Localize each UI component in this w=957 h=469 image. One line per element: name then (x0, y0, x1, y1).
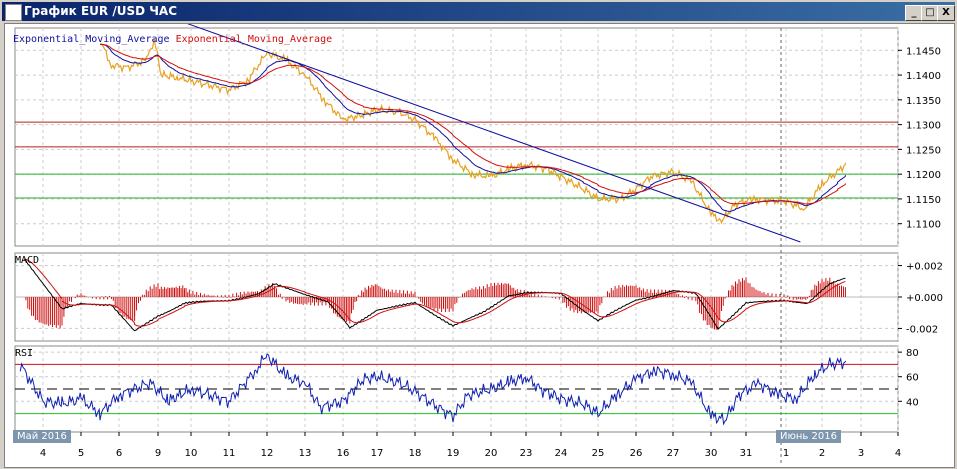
x-tick-label: 10 (185, 448, 198, 459)
x-tick-label: 26 (630, 448, 643, 459)
chart-area[interactable]: 1.1450 1.1400 1.1350 1.1300 1.1250 1.1200 1.11… (4, 23, 955, 468)
x-tick-label: 23 (520, 448, 533, 459)
x-tick-label: 13 (299, 448, 312, 459)
macd-line (23, 258, 846, 332)
price-line (99, 38, 847, 225)
macd-signal-line (23, 258, 846, 327)
y-tick-label: 1.1250 (906, 145, 941, 156)
x-tick-label: 6 (116, 448, 122, 459)
close-button[interactable]: X (937, 5, 955, 21)
y-tick-label: 1.1300 (906, 121, 941, 132)
x-tick-label: 1 (783, 448, 789, 459)
y-tick-label: 1.1450 (906, 46, 941, 57)
y-tick-label: 1.1200 (906, 170, 941, 181)
x-tick-label: 30 (705, 448, 718, 459)
legend-ema-slow: Exponential_Moving_Average (175, 34, 333, 45)
y-tick-label: 1.1400 (906, 71, 941, 82)
chart-canvas[interactable]: 1.1450 1.1400 1.1350 1.1300 1.1250 1.1200 1.11… (5, 24, 954, 467)
ema-fast-line (100, 43, 846, 213)
legend-ema-fast: Exponential_Moving_Average (13, 34, 170, 45)
x-tick-label: 12 (261, 448, 274, 459)
y-tick-label: 1.1150 (906, 195, 941, 206)
y-tick-label: 1.1350 (906, 96, 941, 107)
title-bar: График EUR /USD ЧАС _ □ X (2, 2, 955, 21)
x-tick-label: 16 (337, 448, 350, 459)
y-tick-label: 1.1100 (906, 220, 941, 231)
y-tick-label: 80 (906, 348, 919, 359)
x-tick-label: 27 (667, 448, 680, 459)
x-tick-label: 18 (409, 448, 422, 459)
trend-line (187, 24, 801, 243)
y-tick-label: +0.002 (906, 262, 943, 273)
y-tick-label: +0.000 (906, 293, 943, 304)
x-tick-label: 4 (895, 448, 901, 459)
window-title: График EUR /USD ЧАС (24, 4, 178, 18)
x-tick-label: 11 (223, 448, 236, 459)
x-tick-label: 25 (592, 448, 605, 459)
rsi-label: RSI (15, 348, 34, 359)
x-tick-label: 3 (858, 448, 864, 459)
x-tick-label: 24 (555, 448, 568, 459)
x-tick-label: 2 (819, 448, 825, 459)
x-tick-label: 19 (447, 448, 460, 459)
chart-app-icon (5, 4, 22, 21)
x-tick-label: 20 (485, 448, 498, 459)
macd-label: MACD (15, 255, 40, 266)
x-tick-label: 5 (78, 448, 84, 459)
x-tick-label: 31 (740, 448, 753, 459)
panel-frame (14, 27, 899, 247)
month-label-june: Июнь 2016 (776, 430, 841, 443)
y-tick-label: 60 (906, 373, 919, 384)
month-label-may: Май 2016 (13, 430, 71, 443)
x-tick-label: 17 (371, 448, 384, 459)
y-tick-label: -0.002 (906, 324, 938, 335)
legend: Exponential_Moving_Average Exponential_M… (13, 34, 332, 45)
x-tick-label: 4 (40, 448, 46, 459)
y-tick-label: 40 (906, 397, 919, 408)
x-tick-label: 9 (155, 448, 161, 459)
